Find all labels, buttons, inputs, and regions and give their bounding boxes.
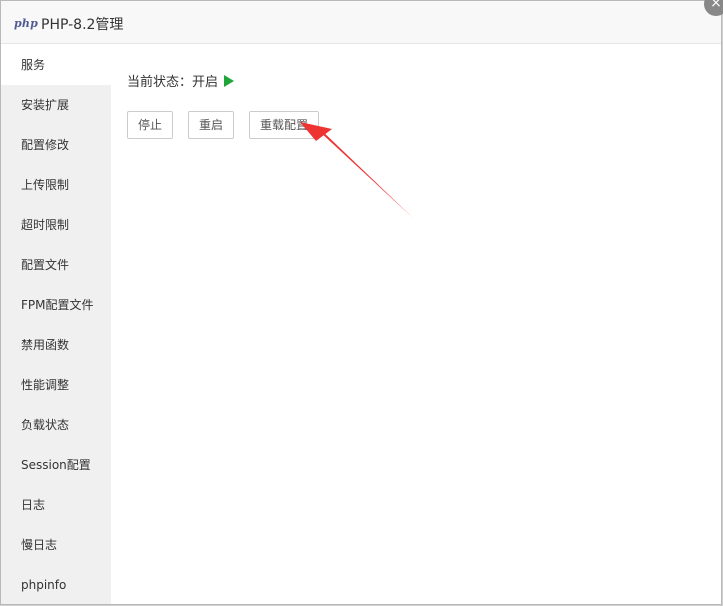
dialog-title: PHP-8.2管理 bbox=[41, 17, 124, 33]
sidebar-item-upload-limit[interactable]: 上传限制 bbox=[1, 165, 111, 205]
sidebar-item-config-file[interactable]: 配置文件 bbox=[1, 245, 111, 285]
sidebar-item-slow-log[interactable]: 慢日志 bbox=[1, 525, 111, 565]
sidebar-item-log[interactable]: 日志 bbox=[1, 485, 111, 525]
restart-button[interactable]: 重启 bbox=[188, 111, 234, 139]
sidebar-item-session-config[interactable]: Session配置 bbox=[1, 445, 111, 485]
sidebar-item-performance[interactable]: 性能调整 bbox=[1, 365, 111, 405]
sidebar-item-phpinfo[interactable]: phpinfo bbox=[1, 565, 111, 604]
sidebar-item-timeout-limit[interactable]: 超时限制 bbox=[1, 205, 111, 245]
dialog-titlebar: php PHP-8.2管理 bbox=[1, 1, 721, 44]
service-status-row: 当前状态：开启 bbox=[127, 71, 235, 90]
sidebar-item-service[interactable]: 服务 bbox=[1, 45, 111, 85]
sidebar-item-disabled-functions[interactable]: 禁用函数 bbox=[1, 325, 111, 365]
status-value: 开启 bbox=[192, 75, 219, 90]
sidebar-item-load-status[interactable]: 负载状态 bbox=[1, 405, 111, 445]
play-icon bbox=[224, 75, 235, 87]
sidebar-item-fpm-config-file[interactable]: FPM配置文件 bbox=[1, 285, 111, 325]
php-manager-dialog: php PHP-8.2管理 服务 安装扩展 配置修改 上传限制 超时限制 配置文… bbox=[0, 0, 722, 605]
status-label: 当前状态： bbox=[127, 75, 193, 90]
stop-button[interactable]: 停止 bbox=[127, 111, 173, 139]
php-logo-icon: php bbox=[14, 17, 38, 30]
reload-config-button[interactable]: 重载配置 bbox=[249, 111, 319, 139]
arrow-shaft bbox=[318, 127, 413, 218]
sidebar-item-install-extension[interactable]: 安装扩展 bbox=[1, 85, 111, 125]
sidebar-item-config-modify[interactable]: 配置修改 bbox=[1, 125, 111, 165]
sidebar-menu: 服务 安装扩展 配置修改 上传限制 超时限制 配置文件 FPM配置文件 禁用函数… bbox=[1, 45, 111, 604]
